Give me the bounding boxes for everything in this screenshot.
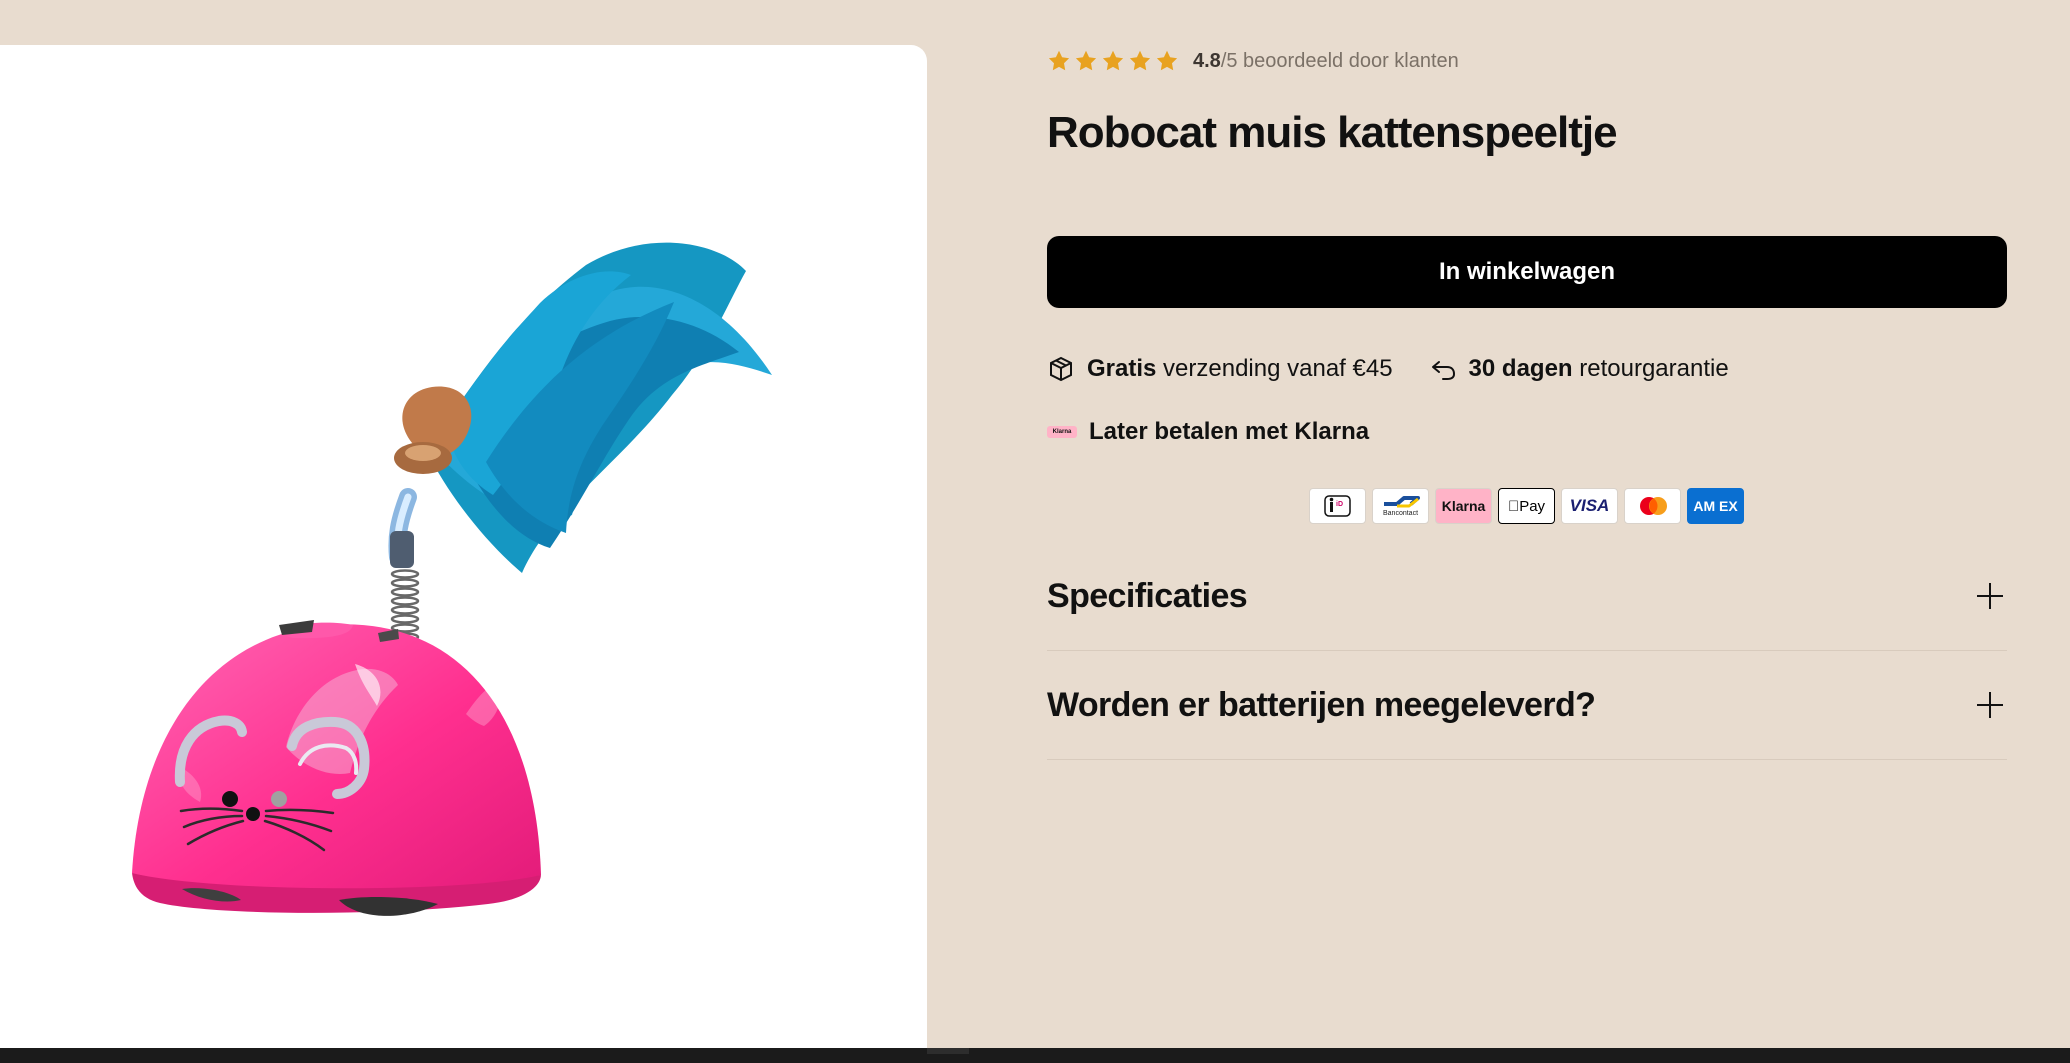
rating-stars (1047, 49, 1179, 73)
svg-text:iD: iD (1336, 501, 1343, 508)
bancontact-icon: Bancontact (1372, 488, 1429, 524)
apple-pay-label: Pay (1513, 497, 1545, 515)
batteries-accordion[interactable]: Worden er batterijen meegeleverd? (1047, 651, 2007, 760)
klarna-icon: Klarna (1435, 488, 1492, 524)
batteries-question-title: Worden er batterijen meegeleverd? (1047, 685, 1596, 724)
feather (394, 242, 772, 573)
specifications-title: Specificaties (1047, 576, 1248, 615)
free-shipping-rest: verzending vanaf €45 (1156, 355, 1393, 382)
star-icon (1102, 50, 1124, 71)
star-icon (1129, 50, 1151, 71)
package-icon (1050, 356, 1072, 382)
product-title: Robocat muis kattenspeeltje (1047, 108, 1618, 157)
spring (388, 488, 420, 642)
rating-suffix: /5 beoordeeld door klanten (1220, 49, 1459, 72)
product-image-card[interactable] (0, 45, 927, 1048)
payment-methods: iD Bancontact Klarna Pay VISA AM EX (1309, 488, 1744, 524)
return-guarantee-rest: retourgarantie (1572, 355, 1729, 382)
product-image[interactable] (0, 45, 927, 1048)
apple-pay-icon: Pay (1498, 488, 1555, 524)
bottom-handle (927, 1048, 969, 1054)
add-to-cart-button[interactable]: In winkelwagen (1047, 236, 2007, 308)
product-rating: 4.8 /5 beoordeeld door klanten (1047, 46, 1459, 76)
star-icon (1048, 50, 1070, 71)
free-shipping-bold: Gratis (1087, 355, 1157, 382)
star-icon (1156, 50, 1178, 71)
ideal-icon: iD (1309, 488, 1366, 524)
usp-row: Gratis verzending vanaf €45 30 dagen ret… (1047, 355, 1729, 383)
star-icon (1075, 50, 1097, 71)
pink-mouse-body (132, 620, 541, 916)
klarna-logo-icon: Klarna (1047, 426, 1077, 438)
return-guarantee-usp: 30 dagen retourgarantie (1429, 355, 1729, 383)
free-shipping-text: Gratis verzending vanaf €45 (1087, 355, 1393, 383)
free-shipping-usp: Gratis verzending vanaf €45 (1047, 355, 1393, 383)
return-guarantee-bold: 30 dagen (1468, 355, 1573, 382)
specifications-accordion[interactable]: Specificaties (1047, 542, 2007, 651)
rating-score: 4.8 (1193, 49, 1221, 72)
return-guarantee-text: 30 dagen retourgarantie (1469, 355, 1729, 383)
klarna-row: Klarna Later betalen met Klarna (1047, 418, 1369, 446)
plus-icon[interactable] (1977, 692, 2003, 718)
mastercard-icon (1624, 488, 1681, 524)
bottom-bar (0, 1048, 2070, 1063)
return-arrow-icon (1431, 361, 1455, 380)
bancontact-label: Bancontact (1382, 509, 1419, 517)
amex-icon: AM EX (1687, 488, 1744, 524)
visa-icon: VISA (1561, 488, 1618, 524)
plus-icon[interactable] (1977, 583, 2003, 609)
product-info-panel: 4.8 /5 beoordeeld door klanten Robocat m… (1047, 0, 2007, 1048)
klarna-text: Later betalen met Klarna (1089, 418, 1370, 445)
apple-logo-icon:  (1508, 498, 1519, 515)
